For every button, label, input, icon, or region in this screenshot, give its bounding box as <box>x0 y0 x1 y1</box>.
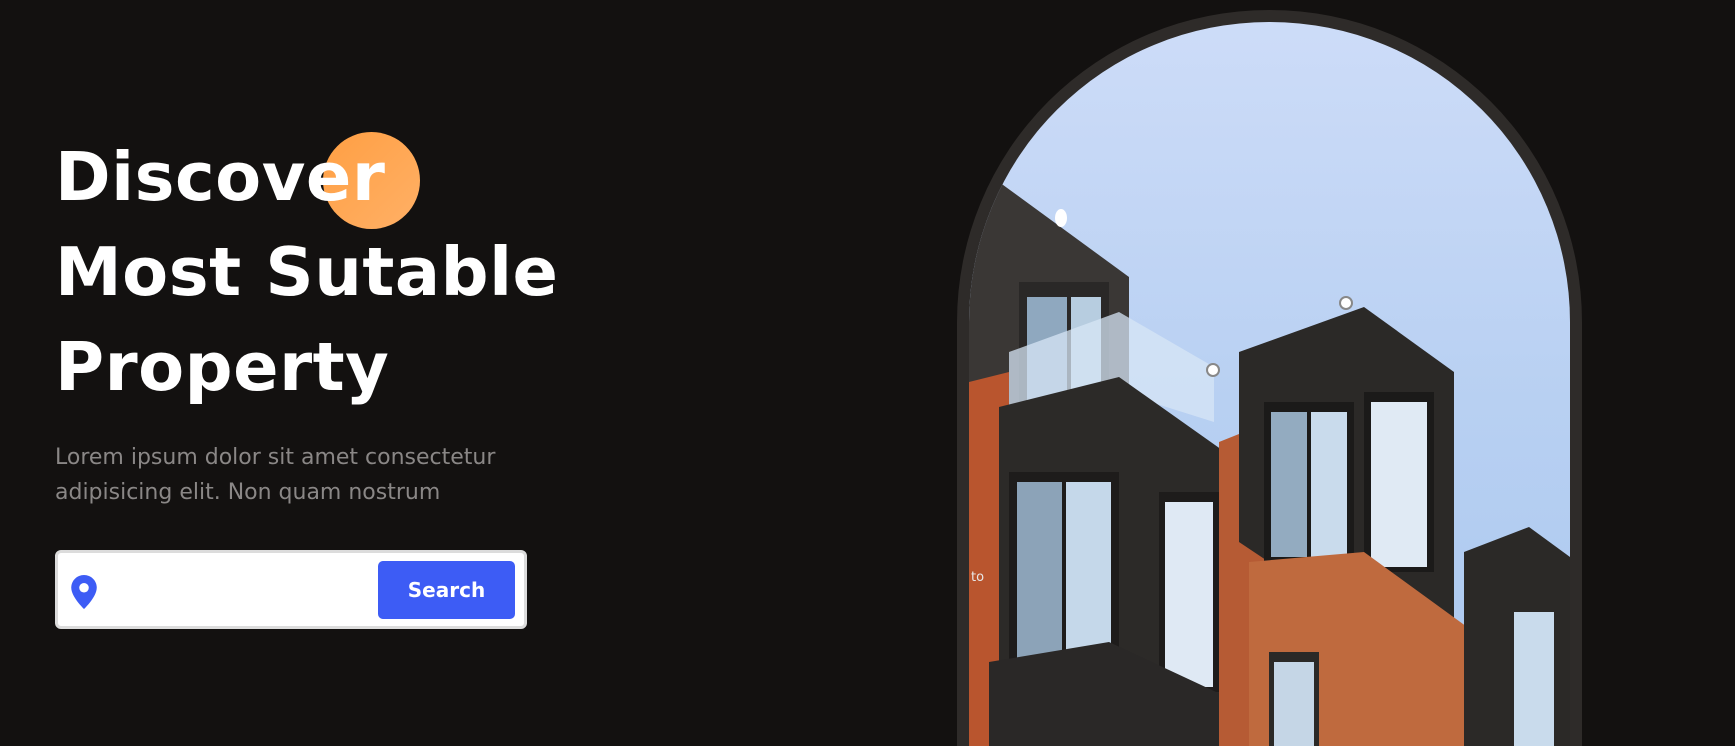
location-search-bar: Search <box>55 550 527 629</box>
property-image-frame: to <box>957 10 1582 746</box>
property-photo: to <box>969 22 1570 746</box>
hero-title-line-3: Property <box>55 328 390 406</box>
hero-title-line-2: Most Sutable <box>55 233 559 311</box>
hero-section: Discover Most Sutable Property Lorem ips… <box>55 130 615 510</box>
location-search-input[interactable] <box>106 565 380 615</box>
search-button[interactable]: Search <box>378 561 515 619</box>
hero-subtitle: Lorem ipsum dolor sit amet consectetur a… <box>55 445 496 505</box>
photo-caption-fragment: to <box>971 570 985 585</box>
building-illustration <box>969 182 1570 746</box>
hero-title: Discover Most Sutable Property <box>55 130 615 415</box>
hero-title-line-1: Discover <box>55 138 386 216</box>
location-pin-icon <box>71 575 97 609</box>
